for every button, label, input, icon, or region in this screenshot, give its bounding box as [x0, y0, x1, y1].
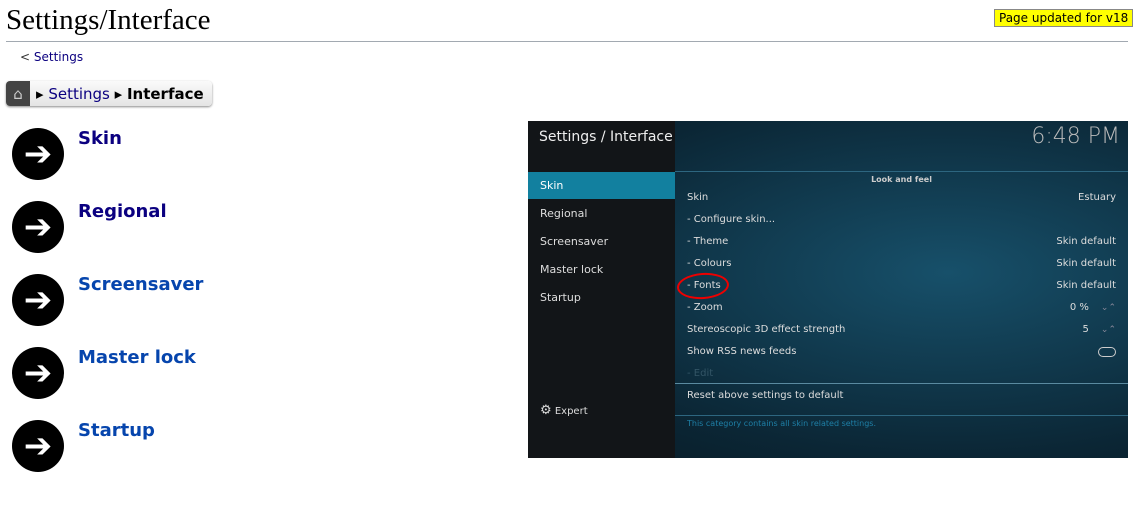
kodi-sidebar-master-lock[interactable]: Master lock — [528, 256, 675, 283]
home-icon[interactable]: ⌂ — [6, 81, 30, 106]
back-link-label[interactable]: Settings — [34, 50, 83, 64]
kodi-sidebar-screensaver[interactable]: Screensaver — [528, 228, 675, 255]
divider — [6, 41, 1128, 42]
spinner-arrows-icon[interactable]: ⌄⌃ — [1101, 319, 1116, 341]
kodi-sidebar-skin[interactable]: Skin — [528, 172, 675, 199]
back-prefix: < — [20, 50, 31, 64]
back-link[interactable]: < Settings — [20, 50, 83, 64]
link-label[interactable]: Skin — [78, 128, 122, 149]
link-label[interactable]: Startup — [78, 420, 155, 441]
setting-value: Skin default — [1056, 258, 1116, 269]
link-skin[interactable]: ➔ Skin — [12, 128, 312, 188]
arrow-right-icon[interactable]: ➔ — [12, 420, 64, 472]
kodi-clock: 6:48 PM — [1031, 124, 1120, 149]
spinner-arrows-icon[interactable]: ⌄⌃ — [1101, 297, 1116, 319]
setting-stereoscopic[interactable]: Stereoscopic 3D effect strength 5 ⌄⌃ — [687, 319, 1116, 341]
setting-value: Estuary — [1078, 192, 1116, 203]
divider — [675, 415, 1128, 416]
page-title: Settings/Interface — [6, 4, 211, 36]
setting-label: - Edit — [687, 368, 714, 379]
breadcrumb-settings[interactable]: Settings — [48, 85, 110, 103]
setting-edit: - Edit — [687, 363, 1116, 385]
setting-label: - Theme — [687, 236, 729, 247]
setting-label: Skin — [687, 192, 709, 203]
setting-configure-skin[interactable]: - Configure skin... — [687, 209, 1116, 231]
setting-zoom[interactable]: - Zoom 0 % ⌄⌃ — [687, 297, 1116, 319]
link-label[interactable]: Master lock — [78, 347, 196, 368]
setting-value: Skin default — [1056, 280, 1116, 291]
setting-label: - Configure skin... — [687, 214, 776, 225]
help-text: This category contains all skin related … — [687, 419, 877, 428]
arrow-right-icon[interactable]: ➔ — [12, 201, 64, 253]
link-screensaver[interactable]: ➔ Screensaver — [12, 274, 312, 334]
breadcrumb-separator: ▸ — [36, 84, 44, 103]
reset-button[interactable]: Reset above settings to default — [687, 385, 1116, 407]
kodi-title: Settings / Interface — [539, 129, 673, 145]
setting-colours[interactable]: - Colours Skin default — [687, 253, 1116, 275]
gear-icon: ⚙ — [540, 403, 552, 418]
link-label[interactable]: Screensaver — [78, 274, 203, 295]
kodi-sidebar-regional[interactable]: Regional — [528, 200, 675, 227]
link-label[interactable]: Regional — [78, 201, 167, 222]
toggle-off[interactable] — [1098, 347, 1116, 357]
link-master-lock[interactable]: ➔ Master lock — [12, 347, 312, 407]
setting-label: Show RSS news feeds — [687, 346, 797, 357]
reset-label: Reset above settings to default — [687, 390, 844, 401]
arrow-right-icon[interactable]: ➔ — [12, 274, 64, 326]
expert-label: Expert — [554, 406, 588, 417]
setting-rss[interactable]: Show RSS news feeds — [687, 341, 1116, 363]
divider — [675, 383, 1128, 384]
kodi-screenshot: Settings / Interface 6:48 PM Skin Region… — [528, 121, 1128, 458]
link-startup[interactable]: ➔ Startup — [12, 420, 312, 480]
arrow-right-icon[interactable]: ➔ — [12, 347, 64, 399]
link-regional[interactable]: ➔ Regional — [12, 201, 312, 261]
breadcrumb-current: Interface — [126, 84, 204, 103]
setting-value: 0 % — [1069, 302, 1089, 313]
breadcrumb-separator: ▸ — [114, 84, 123, 103]
setting-label: - Zoom — [687, 302, 723, 313]
divider — [675, 171, 1128, 172]
breadcrumb: ⌂ ▸ Settings ▸ Interface — [6, 81, 212, 106]
setting-skin[interactable]: Skin Estuary — [687, 187, 1116, 209]
section-header: Look and feel — [871, 175, 932, 184]
setting-label: Stereoscopic 3D effect strength — [687, 324, 846, 335]
kodi-expert-button[interactable]: ⚙ Expert — [540, 403, 588, 418]
setting-label: - Colours — [687, 258, 732, 269]
setting-value: 5 — [1082, 324, 1089, 335]
setting-fonts[interactable]: - Fonts Skin default — [687, 275, 1116, 297]
setting-value: Skin default — [1056, 236, 1116, 247]
version-badge: Page updated for v18 — [994, 9, 1134, 27]
arrow-right-icon[interactable]: ➔ — [12, 128, 64, 180]
kodi-sidebar-startup[interactable]: Startup — [528, 284, 675, 311]
setting-theme[interactable]: - Theme Skin default — [687, 231, 1116, 253]
